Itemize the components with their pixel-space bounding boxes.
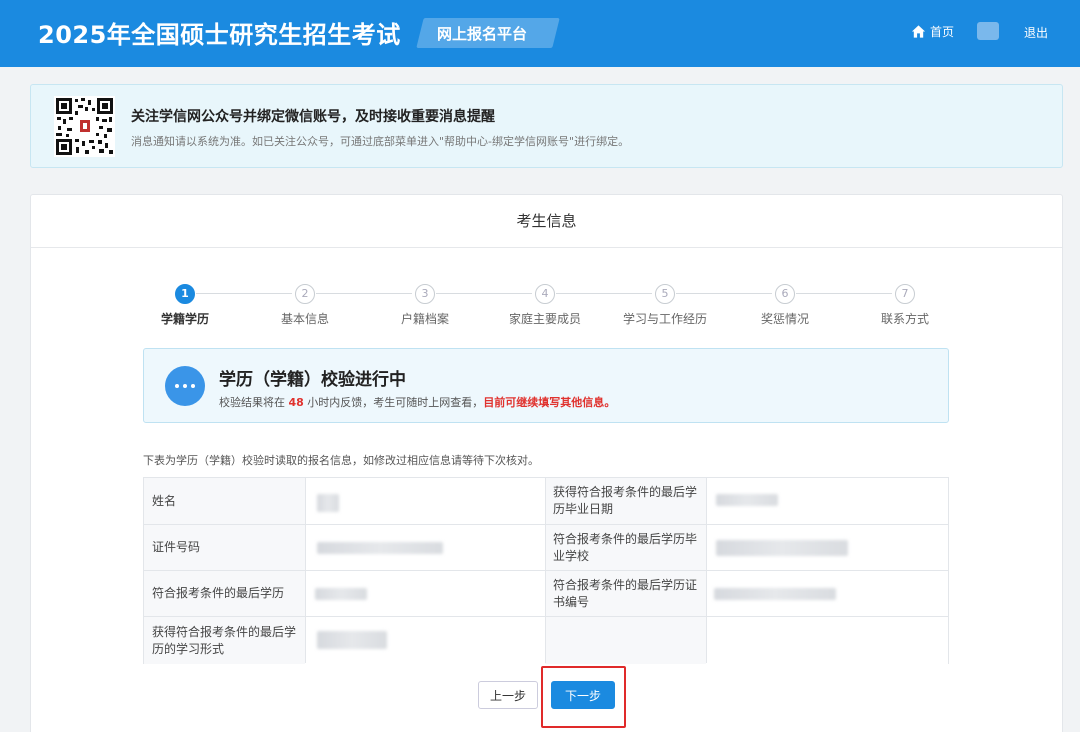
- step-4-circle: 4: [535, 284, 555, 304]
- step-7-circle: 7: [895, 284, 915, 304]
- step-1-circle: 1: [175, 284, 195, 304]
- status-text-mid: 小时内反馈，考生可随时上网查看，: [303, 396, 484, 409]
- status-message: 校验结果将在 48 小时内反馈，考生可随时上网查看，目前可继续填写其他信息。: [219, 394, 615, 410]
- table-label: 姓名: [144, 478, 305, 525]
- platform-badge: 网上报名平台: [437, 25, 528, 43]
- table-label: 符合报考条件的最后学历毕业学校: [545, 525, 706, 571]
- wechat-notice: 关注学信网公众号并绑定微信账号，及时接收重要消息提醒 消息通知请以系统为准。如已…: [30, 84, 1063, 168]
- table-value-certificate: [706, 571, 948, 617]
- step-6-label: 奖惩情况: [760, 312, 810, 326]
- table-value-grad-date: [706, 478, 948, 525]
- home-icon: [911, 25, 926, 38]
- step-connector: [676, 293, 772, 294]
- notice-subtitle: 消息通知请以系统为准。如已关注公众号，可通过底部菜单进入"帮助中心-绑定学信网账…: [131, 135, 630, 148]
- status-hours: 48: [288, 396, 304, 409]
- table-value-school: [706, 525, 948, 571]
- step-4-label: 家庭主要成员: [508, 312, 582, 326]
- exam-title: 2025年全国硕士研究生招生考试: [38, 21, 401, 49]
- step-3-label: 户籍档案: [400, 312, 450, 326]
- step-3-circle: 3: [415, 284, 435, 304]
- user-avatar[interactable]: [977, 22, 999, 40]
- next-step-button[interactable]: 下一步: [551, 681, 615, 709]
- home-label: 首页: [930, 25, 955, 39]
- prev-step-button[interactable]: 上一步: [478, 681, 538, 709]
- table-value-empty: [706, 617, 948, 664]
- table-label: 证件号码: [144, 525, 305, 571]
- home-link[interactable]: 首页: [911, 23, 954, 40]
- table-label-empty: [545, 617, 706, 664]
- step-5-label: 学习与工作经历: [622, 312, 708, 326]
- more-dots-icon: [165, 366, 205, 406]
- step-2-circle: 2: [295, 284, 315, 304]
- notice-title: 关注学信网公众号并绑定微信账号，及时接收重要消息提醒: [131, 109, 495, 125]
- status-text-end: 。: [604, 396, 616, 409]
- top-header: 2025年全国硕士研究生招生考试 网上报名平台 首页 退出: [0, 0, 1080, 67]
- status-text-prefix: 校验结果将在: [219, 396, 289, 409]
- step-connector: [316, 293, 412, 294]
- qr-code: [54, 96, 115, 157]
- logout-link[interactable]: 退出: [1024, 24, 1048, 41]
- step-connector: [196, 293, 292, 294]
- step-connector: [436, 293, 532, 294]
- table-value-study-mode: [305, 617, 545, 664]
- step-6-circle: 6: [775, 284, 795, 304]
- table-value-id-number: [305, 525, 545, 571]
- status-text-highlight: 目前可继续填写其他信息: [483, 396, 605, 409]
- step-5-circle: 5: [655, 284, 675, 304]
- table-label: 符合报考条件的最后学历: [144, 571, 305, 617]
- registration-info-table: 姓名 获得符合报考条件的最后学历毕业日期 证件号码 符合报考条件的最后学历毕业学…: [143, 477, 949, 664]
- step-7-label: 联系方式: [880, 312, 930, 326]
- table-label: 获得符合报考条件的最后学历的学习形式: [144, 617, 305, 664]
- table-label: 符合报考条件的最后学历证书编号: [545, 571, 706, 617]
- status-title: 学历（学籍）校验进行中: [219, 370, 406, 390]
- step-2-label: 基本信息: [280, 312, 330, 326]
- step-connector: [556, 293, 652, 294]
- verification-status: 学历（学籍）校验进行中 校验结果将在 48 小时内反馈，考生可随时上网查看，目前…: [143, 348, 949, 423]
- table-description: 下表为学历（学籍）校验时读取的报名信息，如修改过相应信息请等待下次核对。: [143, 454, 539, 467]
- table-value-name: [305, 478, 545, 525]
- table-value-degree: [305, 571, 545, 617]
- step-connector: [796, 293, 892, 294]
- step-1-label: 学籍学历: [160, 312, 210, 326]
- panel-title: 考生信息: [31, 195, 1062, 248]
- table-label: 获得符合报考条件的最后学历毕业日期: [545, 478, 706, 525]
